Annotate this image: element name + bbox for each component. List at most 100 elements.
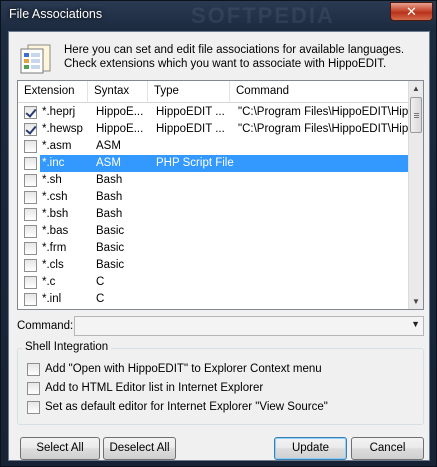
cell-extension: *.hewsp xyxy=(42,123,83,135)
cell-command xyxy=(238,257,410,274)
cell-type xyxy=(156,138,234,155)
table-row[interactable]: *.bas Basic xyxy=(18,223,410,240)
column-header-syntax[interactable]: Syntax xyxy=(88,81,148,103)
table-body: *.heprj HippoE... HippoEDIT ... "C:\Program… xyxy=(18,104,410,309)
cell-extension: *.inc xyxy=(42,157,65,169)
cell-syntax: ASM xyxy=(96,140,121,152)
cell-syntax: Basic xyxy=(96,242,125,254)
cell-syntax: Basic xyxy=(96,259,125,271)
checkbox[interactable] xyxy=(27,401,40,414)
table-row[interactable]: *.sh Bash xyxy=(18,172,410,189)
cell-command xyxy=(238,223,410,240)
shell-integration-group: Shell Integration Add "Open with HippoED… xyxy=(17,341,424,425)
shell-integration-title: Shell Integration xyxy=(22,341,112,353)
watermark: SOFTPEDIA xyxy=(191,3,335,28)
deselect-all-button[interactable]: Deselect All xyxy=(103,437,176,460)
command-label: Command: xyxy=(17,320,74,332)
cell-command: "C:\Program Files\HippoEDIT\Hipp... xyxy=(238,106,410,118)
row-checkbox[interactable] xyxy=(24,174,37,187)
row-checkbox[interactable] xyxy=(24,276,37,289)
title-bar[interactable]: SOFTPEDIA File Associations ✕ xyxy=(1,1,437,31)
table-row[interactable]: *.inl C xyxy=(18,291,410,308)
cell-extension: *.inl xyxy=(42,293,62,305)
column-header-command[interactable]: Command xyxy=(230,81,410,103)
cell-syntax: Bash xyxy=(96,208,123,220)
option-label: Add "Open with HippoEDIT" to Explorer Co… xyxy=(45,363,322,375)
dialog-client-area: Here you can set and edit file associati… xyxy=(8,31,430,461)
cell-extension: *.heprj xyxy=(42,106,76,118)
cell-type xyxy=(156,223,234,240)
cell-command xyxy=(238,274,410,291)
row-checkbox[interactable] xyxy=(24,225,37,238)
cell-extension: *.sh xyxy=(42,174,62,186)
cell-type: HippoEDIT ... xyxy=(156,106,225,118)
checkbox[interactable] xyxy=(27,382,40,395)
header-description: Here you can set and edit file associati… xyxy=(64,43,404,71)
cell-extension: *.frm xyxy=(42,242,67,254)
cell-syntax: Basic xyxy=(96,225,125,237)
cell-extension: *.bas xyxy=(42,225,69,237)
cell-type xyxy=(156,206,234,223)
cancel-button[interactable]: Cancel xyxy=(351,437,424,460)
table-row[interactable]: *.cls Basic xyxy=(18,257,410,274)
file-associations-window: SOFTPEDIA File Associations ✕ Here you c… xyxy=(0,0,437,467)
table-row[interactable]: *.asm ASM xyxy=(18,138,410,155)
row-checkbox[interactable] xyxy=(24,157,37,170)
table-row[interactable]: *.heprj HippoE... HippoEDIT ... "C:\Program… xyxy=(18,104,410,121)
cell-syntax: ASM xyxy=(96,157,121,169)
cell-type xyxy=(156,291,234,308)
table-row[interactable]: *.frm Basic xyxy=(18,240,410,257)
cell-type xyxy=(156,240,234,257)
row-checkbox[interactable] xyxy=(24,208,37,221)
column-header-type[interactable]: Type xyxy=(148,81,230,103)
header-line-1: Here you can set and edit file associati… xyxy=(64,44,405,56)
table-row[interactable]: *.hewsp HippoE... HippoEDIT ... "C:\Program… xyxy=(18,121,410,138)
table-row[interactable]: *.csh Bash xyxy=(18,189,410,206)
select-all-button[interactable]: Select All xyxy=(20,437,100,460)
cell-type: HippoEDIT ... xyxy=(156,123,225,135)
table-row[interactable]: *.bsh Bash xyxy=(18,206,410,223)
table-row[interactable]: *.c C xyxy=(18,274,410,291)
scroll-down-icon[interactable]: ▼ xyxy=(409,294,423,309)
header-line-2: Check extensions which you want to assoc… xyxy=(64,58,387,70)
cell-command xyxy=(238,189,410,206)
cell-command xyxy=(238,240,410,257)
scroll-thumb[interactable] xyxy=(410,97,422,133)
column-header-extension[interactable]: Extension xyxy=(18,81,88,103)
checkbox[interactable] xyxy=(27,363,40,376)
option-label: Add to HTML Editor list in Internet Expl… xyxy=(45,382,264,394)
row-checkbox[interactable] xyxy=(24,140,37,153)
cell-extension: *.cls xyxy=(42,259,64,271)
row-checkbox[interactable] xyxy=(24,191,37,204)
cell-type xyxy=(156,257,234,274)
command-combobox[interactable]: ▼ xyxy=(74,316,424,336)
cell-command: "C:\Program Files\HippoEDIT\Hipp... xyxy=(238,123,410,135)
cell-syntax: Bash xyxy=(96,174,123,186)
update-button[interactable]: Update xyxy=(274,437,347,460)
cell-extension: *.csh xyxy=(42,191,68,203)
cell-extension: *.c xyxy=(42,276,56,288)
cell-command xyxy=(238,291,410,308)
row-checkbox[interactable] xyxy=(24,123,37,136)
cell-type xyxy=(156,189,234,206)
row-checkbox[interactable] xyxy=(24,106,37,119)
close-icon: ✕ xyxy=(406,4,417,19)
table-row[interactable]: *.inc ASM PHP Script File xyxy=(18,155,410,172)
row-checkbox[interactable] xyxy=(24,293,37,306)
cell-command xyxy=(238,206,410,223)
cell-type xyxy=(156,172,234,189)
row-checkbox[interactable] xyxy=(24,259,37,272)
table-vertical-scrollbar[interactable]: ▲ ▼ xyxy=(408,81,423,309)
cell-command xyxy=(238,155,410,172)
window-title: File Associations xyxy=(9,7,103,21)
cell-syntax: C xyxy=(96,293,105,305)
table-header: Extension Syntax Type Command xyxy=(18,81,410,103)
cell-command xyxy=(238,172,410,189)
chevron-down-icon[interactable]: ▼ xyxy=(411,319,420,329)
scroll-up-icon[interactable]: ▲ xyxy=(409,81,423,96)
close-button[interactable]: ✕ xyxy=(390,2,433,21)
row-checkbox[interactable] xyxy=(24,242,37,255)
cell-extension: *.asm xyxy=(42,140,72,152)
cell-syntax: HippoE... xyxy=(96,123,144,135)
cell-command xyxy=(238,138,410,155)
